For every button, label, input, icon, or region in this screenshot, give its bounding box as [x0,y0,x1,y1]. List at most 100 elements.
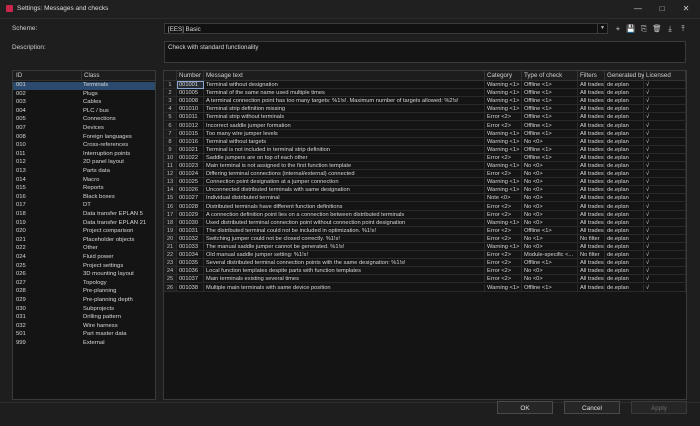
cell-licensed[interactable]: √ [644,186,686,195]
class-list-item[interactable]: 012 2D panel layout [13,159,155,167]
cell-generated-by[interactable]: de.eplan [605,275,644,284]
cell-licensed[interactable]: √ [644,89,686,98]
cell-message-text[interactable]: Local function templates despite parts w… [204,267,485,276]
table-row[interactable]: 21 001033 The manual saddle jumper cannot … [164,243,686,252]
cell-message-text[interactable]: Connection point designation at a jumper… [204,178,485,187]
cell-message-text[interactable]: Used distributed terminal connection poi… [204,218,485,227]
class-list-item[interactable]: 020 Project comparison [13,228,155,236]
cell-type-of-check[interactable]: Offline <1> [522,226,578,235]
cell-generated-by[interactable]: de.eplan [605,178,644,187]
cell-message-text[interactable]: Terminal strip definition missing [204,105,485,114]
cell-licensed[interactable]: √ [644,259,686,268]
cell-number[interactable]: 001010 [177,105,204,114]
cell-filters[interactable]: All trades [578,218,605,227]
cell-row-number[interactable]: 20 [164,234,177,243]
cell-row-number[interactable]: 8 [164,137,177,146]
class-list-item[interactable]: 999 External [13,340,155,348]
cell-licensed[interactable]: √ [644,97,686,106]
cell-licensed[interactable]: √ [644,178,686,187]
cell-row-number[interactable]: 15 [164,194,177,203]
cell-licensed[interactable]: √ [644,194,686,203]
class-list-item[interactable]: 028 Pre-planning [13,288,155,296]
column-header-number[interactable]: Number [177,71,204,81]
chevron-down-icon[interactable]: ▼ [597,24,607,33]
class-list-item[interactable]: 008 Foreign languages [13,134,155,142]
cell-generated-by[interactable]: de.eplan [605,226,644,235]
table-row[interactable]: 23 001035 Several distributed terminal con… [164,259,686,268]
cell-type-of-check[interactable]: Offline <1> [522,259,578,268]
class-list-item[interactable]: 005 Connections [13,116,155,124]
class-list-item[interactable]: 024 Fluid power [13,254,155,262]
column-header-generated-by[interactable]: Generated by [605,71,645,81]
cell-type-of-check[interactable]: No <0> [522,178,578,187]
table-row[interactable]: 3 001008 A terminal connection point has t… [164,97,686,106]
cell-type-of-check[interactable]: Offline <1> [522,105,578,114]
class-list-item[interactable]: 003 Cables [13,99,155,107]
ok-button[interactable]: OK [497,401,553,414]
cell-type-of-check[interactable]: Offline <1> [522,129,578,138]
table-row[interactable]: 1 001001 Terminal without designation Warni… [164,81,686,90]
cell-generated-by[interactable]: de.eplan [605,137,644,146]
cell-row-number[interactable]: 23 [164,259,177,268]
cell-filters[interactable]: All trades [578,267,605,276]
table-row[interactable]: 24 001036 Local function templates despite… [164,267,686,276]
cell-message-text[interactable]: Main terminal is not assigned to the fir… [204,162,485,171]
cell-licensed[interactable]: √ [644,105,686,114]
table-row[interactable]: 9 001021 Terminal is not included in termi… [164,145,686,154]
cell-filters[interactable]: All trades [578,97,605,106]
cell-filters[interactable]: All trades [578,113,605,122]
table-row[interactable]: 26 001038 Multiple main terminals with sam… [164,283,686,292]
cell-category[interactable]: Warning <1> [485,283,522,292]
cell-message-text[interactable]: The manual saddle jumper cannot be gener… [204,243,485,252]
cell-row-number[interactable]: 24 [164,267,177,276]
cell-filters[interactable]: All trades [578,186,605,195]
class-list-item[interactable]: 004 PLC / bus [13,108,155,116]
class-list-item[interactable]: 001 Terminals [13,82,155,90]
cell-category[interactable]: Warning <1> [485,218,522,227]
cell-licensed[interactable]: √ [644,251,686,260]
cell-row-number[interactable]: 1 [164,81,177,90]
cell-type-of-check[interactable]: No <0> [522,267,578,276]
cell-category[interactable]: Error <2> [485,170,522,179]
cell-number[interactable]: 001037 [177,275,204,284]
cell-message-text[interactable]: Terminal of the same name used multiple … [204,89,485,98]
column-header-filters[interactable]: Filters [578,71,605,81]
cell-row-number[interactable]: 25 [164,275,177,284]
cell-number[interactable]: 001035 [177,259,204,268]
table-row[interactable]: 2 001005 Terminal of the same name used mu… [164,89,686,98]
cell-generated-by[interactable]: de.eplan [605,283,644,292]
cell-row-number[interactable]: 4 [164,105,177,114]
close-button[interactable]: ✕ [676,2,696,15]
class-list-item[interactable]: 019 Data transfer EPLAN 21 [13,220,155,228]
table-row[interactable]: 5 001011 Terminal strip without terminals E… [164,113,686,122]
table-row[interactable]: 16 001028 Distributed terminals have diffe… [164,202,686,211]
export-icon[interactable]: ⤒ [678,24,688,34]
table-row[interactable]: 12 001024 Differing terminal connections (… [164,170,686,179]
class-list-item[interactable]: 022 Other [13,245,155,253]
cell-number[interactable]: 001030 [177,218,204,227]
column-header-row-number[interactable] [164,71,177,81]
cell-row-number[interactable]: 11 [164,162,177,171]
cell-type-of-check[interactable]: No <0> [522,243,578,252]
cell-message-text[interactable]: Terminal is not included in terminal str… [204,145,485,154]
cell-row-number[interactable]: 2 [164,89,177,98]
cell-licensed[interactable]: √ [644,210,686,219]
cell-licensed[interactable]: √ [644,137,686,146]
cell-generated-by[interactable]: de.eplan [605,113,644,122]
cell-generated-by[interactable]: de.eplan [605,153,644,162]
cell-category[interactable]: Warning <1> [485,186,522,195]
cell-row-number[interactable]: 13 [164,178,177,187]
cell-filters[interactable]: All trades [578,210,605,219]
cell-licensed[interactable]: √ [644,113,686,122]
cell-number[interactable]: 001021 [177,145,204,154]
cell-generated-by[interactable]: de.eplan [605,81,644,90]
cell-category[interactable]: Error <2> [485,210,522,219]
cell-generated-by[interactable]: de.eplan [605,267,644,276]
table-row[interactable]: 7 001015 Too many wire jumper levels Warnin… [164,129,686,138]
cell-generated-by[interactable]: de.eplan [605,121,644,130]
cell-message-text[interactable]: Old manual saddle jumper setting: %1!s! [204,251,485,260]
cell-generated-by[interactable]: de.eplan [605,186,644,195]
description-field[interactable]: Check with standard functionality [164,41,686,63]
cell-filters[interactable]: All trades [578,170,605,179]
cell-licensed[interactable]: √ [644,267,686,276]
